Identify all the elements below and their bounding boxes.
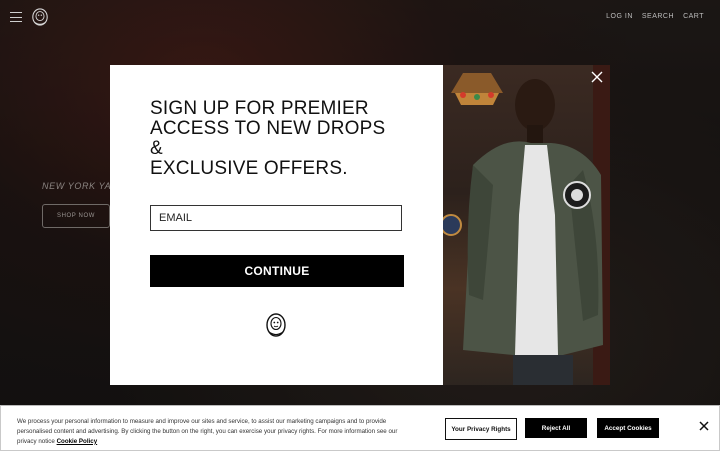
astronaut-helmet-logo	[266, 313, 286, 337]
accept-cookies-button[interactable]: Accept Cookies	[597, 418, 659, 438]
search-link[interactable]: SEARCH	[642, 13, 674, 20]
shop-now-button[interactable]: SHOP NOW	[42, 204, 110, 228]
continue-button[interactable]: CONTINUE	[150, 255, 404, 287]
cookie-banner: We process your personal information to …	[0, 405, 720, 451]
menu-icon[interactable]	[10, 12, 22, 22]
signup-modal: SIGN UP FOR PREMIER ACCESS TO NEW DROPS …	[110, 65, 610, 385]
headline-line-1: SIGN UP FOR PREMIER	[150, 98, 369, 119]
cookie-text: We process your personal information to …	[17, 417, 402, 446]
headline-line-2: ACCESS TO NEW DROPS &	[150, 118, 386, 159]
model-photo	[443, 65, 610, 385]
header: LOG IN SEARCH CART	[0, 0, 720, 36]
signup-form-panel: SIGN UP FOR PREMIER ACCESS TO NEW DROPS …	[110, 65, 443, 385]
close-icon[interactable]	[590, 70, 604, 84]
model-photo-illustration	[443, 65, 610, 385]
reject-all-button[interactable]: Reject All	[525, 418, 587, 438]
login-link[interactable]: LOG IN	[606, 13, 633, 20]
email-field[interactable]	[150, 205, 402, 231]
cookie-policy-link[interactable]: Cookie Policy	[57, 438, 98, 445]
astronaut-helmet-logo[interactable]	[31, 7, 49, 27]
cart-link[interactable]: CART	[683, 13, 704, 20]
close-icon[interactable]	[698, 420, 710, 432]
privacy-rights-button[interactable]: Your Privacy Rights	[445, 418, 517, 440]
header-nav: LOG IN SEARCH CART	[606, 13, 704, 20]
signup-headline: SIGN UP FOR PREMIER ACCESS TO NEW DROPS …	[150, 99, 400, 179]
headline-line-3: EXCLUSIVE OFFERS.	[150, 158, 348, 179]
